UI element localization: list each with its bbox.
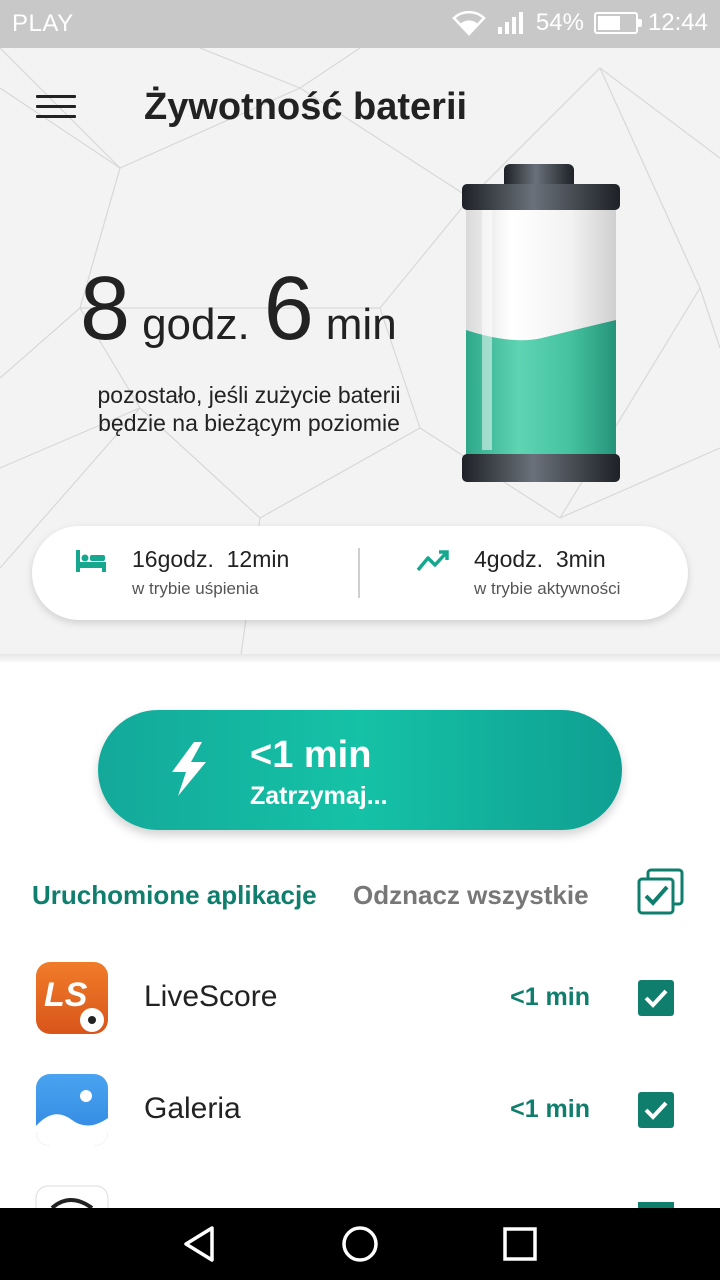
remaining-minutes: 6 — [263, 259, 314, 359]
stop-apps-button[interactable]: <1 min Zatrzymaj... — [98, 710, 622, 830]
running-apps-title: Uruchomione aplikacje — [32, 880, 317, 910]
sleep-label: w trybie uśpienia — [132, 579, 259, 598]
app-checkbox[interactable] — [638, 980, 674, 1016]
home-icon[interactable] — [340, 1224, 380, 1264]
page-title: Żywotność baterii — [144, 86, 468, 128]
wifi-icon — [452, 10, 486, 36]
app-row-partial[interactable] — [0, 1182, 720, 1208]
remaining-minutes-unit: min — [325, 300, 397, 349]
active-label: w trybie aktywności — [474, 579, 621, 598]
livescore-app-icon: LS — [36, 962, 108, 1034]
lightning-bolt-icon — [164, 740, 212, 803]
carrier-name: PLAY — [12, 10, 74, 37]
clock: 12:44 — [647, 9, 708, 36]
active-minutes: 3 — [555, 546, 569, 572]
stats-divider — [358, 548, 360, 598]
battery-illustration — [452, 160, 632, 495]
sleep-stat: 16godz. 12min w trybie uśpienia — [132, 546, 289, 599]
active-hours-unit: godz. — [486, 546, 544, 572]
menu-button[interactable] — [28, 84, 84, 128]
active-hours: 4 — [474, 546, 487, 572]
battery-icon — [593, 12, 642, 34]
select-all-checkbox[interactable] — [637, 868, 685, 921]
battery-percent: 54% — [535, 9, 584, 36]
stop-button-time: <1 min — [250, 734, 372, 776]
status-bar: PLAY 54% 12:44 — [0, 0, 720, 48]
gallery-app-icon — [36, 1074, 108, 1146]
hamburger-menu-line — [36, 114, 76, 118]
svg-text:LS: LS — [44, 976, 88, 1014]
unselect-all-link[interactable]: Odznacz wszystkie — [353, 880, 589, 911]
hamburger-menu-line — [36, 104, 76, 108]
navigation-bar — [0, 1208, 720, 1280]
app-row-livescore[interactable]: LS LiveScore <1 min — [0, 948, 720, 1048]
sleep-hours: 16 — [132, 546, 158, 572]
app-checkbox[interactable] — [638, 1092, 674, 1128]
sleep-minutes: 12 — [226, 546, 253, 572]
app-time: <1 min — [510, 983, 590, 1011]
active-stat: 4godz. 3min w trybie aktywności — [474, 546, 620, 599]
remaining-description: pozostało, jeśli zużycie baterii będzie … — [64, 381, 434, 437]
remaining-time: 8 godz. 6 min — [80, 258, 411, 361]
trend-up-icon — [416, 548, 450, 579]
stop-button-label: Zatrzymaj... — [250, 782, 388, 810]
bed-icon — [74, 548, 108, 579]
remaining-hours: 8 — [80, 259, 131, 359]
usage-stats-card: 16godz. 12min w trybie uśpienia 4godz. 3… — [32, 526, 688, 620]
battery-summary-panel: Żywotność baterii 8 godz. 6 min pozostało, … — [0, 48, 720, 662]
running-apps-header: Uruchomione aplikacje Odznacz wszystkie — [0, 868, 720, 924]
sleep-hours-unit: godz. — [157, 546, 214, 572]
app-name: Galeria — [144, 1092, 241, 1125]
remaining-hours-unit: godz. — [142, 300, 250, 349]
recents-icon[interactable] — [500, 1224, 540, 1264]
remaining-description-line2: będzie na bieżącym poziomie — [98, 410, 400, 436]
app-name: LiveScore — [144, 980, 278, 1013]
sleep-minutes-unit: min — [252, 546, 290, 572]
app-time: <1 min — [510, 1095, 590, 1123]
hamburger-menu-icon — [36, 94, 76, 98]
app-row-galeria[interactable]: Galeria <1 min — [0, 1060, 720, 1160]
back-icon[interactable] — [180, 1224, 220, 1264]
signal-icon — [496, 10, 526, 36]
remaining-description-line1: pozostało, jeśli zużycie baterii — [97, 382, 401, 408]
hero-bottom-edge — [0, 654, 720, 662]
active-minutes-unit: min — [568, 546, 606, 572]
